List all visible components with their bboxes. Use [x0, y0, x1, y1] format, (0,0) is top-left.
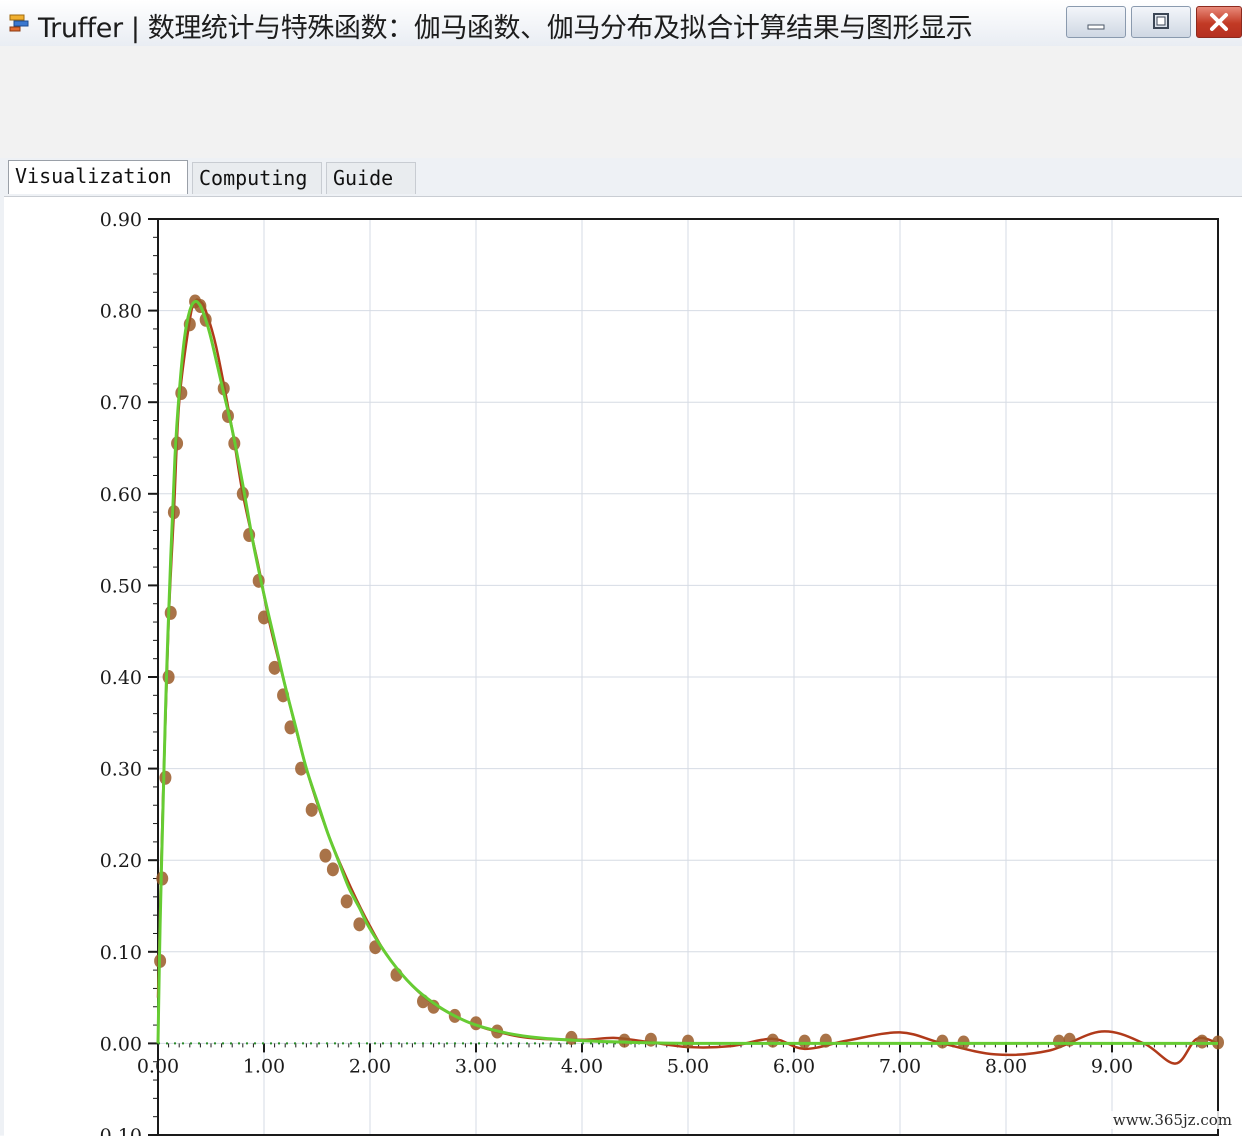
y-axis: 0.90 0.80 0.70 0.60 0.50 0.40 0.30 0.20 0.10 0.00…	[93, 209, 158, 1136]
x-tick-label: 9.00	[1091, 1055, 1133, 1077]
sample-point	[819, 1033, 832, 1048]
sample-point	[175, 386, 188, 401]
y-tick-label: 0.60	[100, 484, 142, 506]
y-tick-label: 0.90	[100, 209, 142, 231]
sample-point	[162, 670, 175, 684]
y-tick-label: -0.10	[93, 1125, 142, 1136]
minimize-icon	[1087, 24, 1105, 30]
grid-lines	[158, 218, 1218, 1136]
sample-point	[1053, 1034, 1065, 1049]
toolbar-area	[0, 46, 1242, 158]
y-tick-label: 0.80	[100, 301, 142, 323]
gamma-distribution-chart: 0.90 0.80 0.70 0.60 0.50 0.40 0.30 0.20 0.10 0.00…	[93, 209, 1224, 1136]
sample-point	[340, 894, 353, 909]
sample-point	[1196, 1034, 1209, 1049]
x-tick-label: 0.00	[137, 1055, 179, 1077]
sample-point	[766, 1033, 779, 1048]
app-window: Truffer | 数理统计与特殊函数：伽马函数、伽马分布及拟合计算结果与图形显…	[0, 0, 1242, 1136]
x-tick-label: 2.00	[349, 1055, 391, 1077]
window-title: Truffer | 数理统计与特殊函数：伽马函数、伽马分布及拟合计算结果与图形显…	[38, 13, 973, 44]
sample-point	[319, 848, 332, 863]
chart-panel: 0.90 0.80 0.70 0.60 0.50 0.40 0.30 0.20 0.10 0.00…	[4, 196, 1242, 1136]
y-tick-label: 0.40	[100, 667, 142, 689]
sample-point	[164, 605, 177, 620]
sample-points	[154, 294, 1224, 1050]
x-tick-label: 4.00	[561, 1055, 603, 1077]
sample-point	[682, 1034, 694, 1049]
sample-point	[565, 1030, 578, 1045]
minimize-button[interactable]	[1066, 6, 1126, 38]
sample-point	[326, 862, 339, 877]
y-tick-label: 0.10	[100, 942, 142, 964]
y-tick-label: 0.20	[100, 850, 142, 872]
sample-point	[798, 1034, 811, 1049]
maximize-button[interactable]	[1131, 6, 1191, 38]
maximize-icon	[1153, 13, 1169, 29]
y-tick-label: 0.70	[100, 392, 142, 414]
close-button[interactable]	[1196, 6, 1242, 38]
tab-computing[interactable]: Computing	[192, 162, 322, 194]
x-tick-label: 3.00	[455, 1055, 497, 1077]
sample-point	[644, 1032, 657, 1047]
tab-visualization[interactable]: Visualization	[8, 160, 188, 194]
x-tick-label: 5.00	[667, 1055, 709, 1077]
close-icon	[1210, 13, 1228, 31]
x-tick-label: 6.00	[773, 1055, 815, 1077]
title-bar[interactable]: Truffer | 数理统计与特殊函数：伽马函数、伽马分布及拟合计算结果与图形显…	[0, 0, 1242, 46]
sample-point	[305, 802, 318, 817]
y-tick-label: 0.50	[100, 575, 142, 597]
app-icon[interactable]	[8, 12, 32, 32]
x-tick-label: 1.00	[243, 1055, 285, 1077]
x-tick-label: 8.00	[985, 1055, 1027, 1077]
y-tick-label: 0.30	[100, 759, 142, 781]
sample-point	[159, 770, 172, 785]
x-tick-label: 7.00	[879, 1055, 921, 1077]
tab-guide[interactable]: Guide	[326, 162, 416, 194]
tab-strip: Visualization Computing Guide	[0, 158, 1242, 196]
watermark: www.365jz.com	[1110, 1111, 1234, 1129]
sample-point	[936, 1034, 949, 1049]
y-tick-label: 0.00	[100, 1033, 142, 1055]
